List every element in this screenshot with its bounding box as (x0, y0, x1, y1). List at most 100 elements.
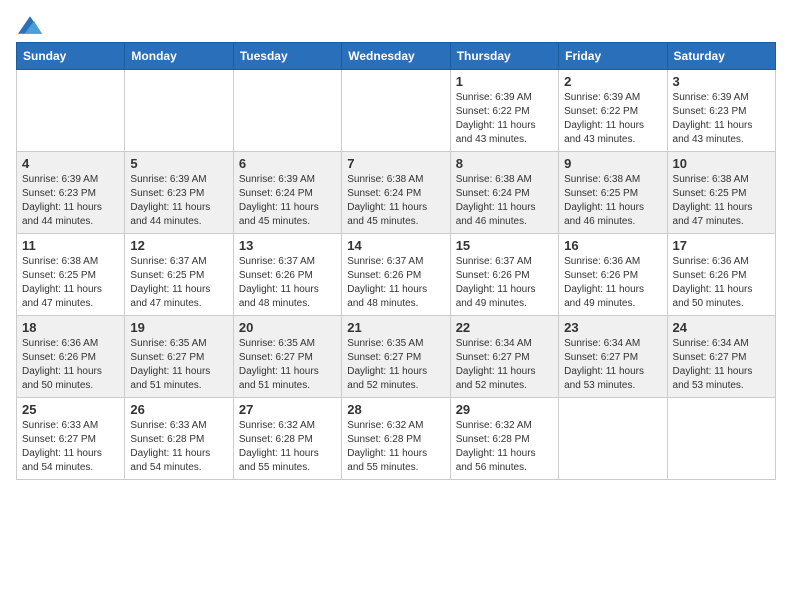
day-number: 26 (130, 402, 227, 417)
day-info: Sunrise: 6:37 AMSunset: 6:26 PMDaylight:… (239, 255, 336, 311)
day-info: Sunrise: 6:39 AMSunset: 6:24 PMDaylight:… (239, 173, 336, 229)
calendar-cell: 8 Sunrise: 6:38 AMSunset: 6:24 PMDaylight… (450, 152, 558, 234)
day-info: Sunrise: 6:33 AMSunset: 6:27 PMDaylight:… (22, 419, 119, 475)
day-info: Sunrise: 6:38 AMSunset: 6:25 PMDaylight:… (673, 173, 770, 229)
day-info: Sunrise: 6:36 AMSunset: 6:26 PMDaylight:… (564, 255, 661, 311)
calendar-cell: 5 Sunrise: 6:39 AMSunset: 6:23 PMDaylight… (125, 152, 233, 234)
day-number: 4 (22, 156, 119, 171)
day-number: 20 (239, 320, 336, 335)
day-info: Sunrise: 6:38 AMSunset: 6:25 PMDaylight:… (564, 173, 661, 229)
calendar-cell: 14 Sunrise: 6:37 AMSunset: 6:26 PMDayligh… (342, 234, 450, 316)
day-number: 17 (673, 238, 770, 253)
calendar-table: SundayMondayTuesdayWednesdayThursdayFrid… (16, 42, 776, 480)
calendar-cell: 9Sunrise: 6:38 AMSunset: 6:25 PMDaylight… (559, 152, 667, 234)
day-info: Sunrise: 6:39 AMSunset: 6:23 PMDaylight:… (673, 91, 770, 147)
day-info: Sunrise: 6:32 AMSunset: 6:28 PMDaylight:… (347, 419, 444, 475)
header-monday: Monday (125, 43, 233, 70)
calendar-cell: 25 Sunrise: 6:33 AMSunset: 6:27 PMDayligh… (17, 398, 125, 480)
day-number: 12 (130, 238, 227, 253)
day-info: Sunrise: 6:36 AMSunset: 6:26 PMDaylight:… (22, 337, 119, 393)
day-info: Sunrise: 6:39 AMSunset: 6:23 PMDaylight:… (22, 173, 119, 229)
calendar-cell: 17 Sunrise: 6:36 AMSunset: 6:26 PMDayligh… (667, 234, 775, 316)
calendar-cell (17, 70, 125, 152)
day-info: Sunrise: 6:36 AMSunset: 6:26 PMDaylight:… (673, 255, 770, 311)
calendar-cell: 11 Sunrise: 6:38 AMSunset: 6:25 PMDayligh… (17, 234, 125, 316)
day-number: 10 (673, 156, 770, 171)
day-number: 29 (456, 402, 553, 417)
day-info: Sunrise: 6:39 AMSunset: 6:22 PMDaylight:… (564, 91, 661, 147)
day-number: 18 (22, 320, 119, 335)
week-row-4: 25 Sunrise: 6:33 AMSunset: 6:27 PMDayligh… (17, 398, 776, 480)
calendar-cell: 27 Sunrise: 6:32 AMSunset: 6:28 PMDayligh… (233, 398, 341, 480)
day-number: 28 (347, 402, 444, 417)
logo (16, 16, 42, 30)
day-info: Sunrise: 6:37 AMSunset: 6:25 PMDaylight:… (130, 255, 227, 311)
day-info: Sunrise: 6:37 AMSunset: 6:26 PMDaylight:… (347, 255, 444, 311)
week-row-2: 11 Sunrise: 6:38 AMSunset: 6:25 PMDayligh… (17, 234, 776, 316)
day-info: Sunrise: 6:39 AMSunset: 6:22 PMDaylight:… (456, 91, 553, 147)
calendar-cell: 3 Sunrise: 6:39 AMSunset: 6:23 PMDaylight… (667, 70, 775, 152)
day-info: Sunrise: 6:35 AMSunset: 6:27 PMDaylight:… (239, 337, 336, 393)
calendar-cell (559, 398, 667, 480)
day-number: 11 (22, 238, 119, 253)
day-number: 7 (347, 156, 444, 171)
day-info: Sunrise: 6:32 AMSunset: 6:28 PMDaylight:… (239, 419, 336, 475)
calendar-cell: 15 Sunrise: 6:37 AMSunset: 6:26 PMDayligh… (450, 234, 558, 316)
day-info: Sunrise: 6:34 AMSunset: 6:27 PMDaylight:… (456, 337, 553, 393)
day-number: 2 (564, 74, 661, 89)
day-info: Sunrise: 6:32 AMSunset: 6:28 PMDaylight:… (456, 419, 553, 475)
header-thursday: Thursday (450, 43, 558, 70)
day-number: 5 (130, 156, 227, 171)
calendar-cell (233, 70, 341, 152)
day-info: Sunrise: 6:34 AMSunset: 6:27 PMDaylight:… (564, 337, 661, 393)
day-info: Sunrise: 6:38 AMSunset: 6:24 PMDaylight:… (456, 173, 553, 229)
day-number: 21 (347, 320, 444, 335)
header (16, 16, 776, 30)
calendar-cell: 16 Sunrise: 6:36 AMSunset: 6:26 PMDayligh… (559, 234, 667, 316)
calendar-cell: 22 Sunrise: 6:34 AMSunset: 6:27 PMDayligh… (450, 316, 558, 398)
day-info: Sunrise: 6:39 AMSunset: 6:23 PMDaylight:… (130, 173, 227, 229)
week-row-3: 18 Sunrise: 6:36 AMSunset: 6:26 PMDayligh… (17, 316, 776, 398)
day-number: 27 (239, 402, 336, 417)
day-info: Sunrise: 6:38 AMSunset: 6:25 PMDaylight:… (22, 255, 119, 311)
day-info: Sunrise: 6:35 AMSunset: 6:27 PMDaylight:… (130, 337, 227, 393)
calendar-cell: 12 Sunrise: 6:37 AMSunset: 6:25 PMDayligh… (125, 234, 233, 316)
calendar-cell: 7 Sunrise: 6:38 AMSunset: 6:24 PMDaylight… (342, 152, 450, 234)
calendar-cell: 10 Sunrise: 6:38 AMSunset: 6:25 PMDayligh… (667, 152, 775, 234)
day-number: 6 (239, 156, 336, 171)
day-number: 3 (673, 74, 770, 89)
calendar-cell: 29 Sunrise: 6:32 AMSunset: 6:28 PMDayligh… (450, 398, 558, 480)
day-number: 19 (130, 320, 227, 335)
calendar-header-row: SundayMondayTuesdayWednesdayThursdayFrid… (17, 43, 776, 70)
header-friday: Friday (559, 43, 667, 70)
header-tuesday: Tuesday (233, 43, 341, 70)
calendar-cell (667, 398, 775, 480)
week-row-1: 4 Sunrise: 6:39 AMSunset: 6:23 PMDaylight… (17, 152, 776, 234)
day-info: Sunrise: 6:37 AMSunset: 6:26 PMDaylight:… (456, 255, 553, 311)
day-info: Sunrise: 6:38 AMSunset: 6:24 PMDaylight:… (347, 173, 444, 229)
week-row-0: 1 Sunrise: 6:39 AMSunset: 6:22 PMDaylight… (17, 70, 776, 152)
day-number: 8 (456, 156, 553, 171)
calendar-cell: 21Sunrise: 6:35 AMSunset: 6:27 PMDayligh… (342, 316, 450, 398)
header-sunday: Sunday (17, 43, 125, 70)
calendar-cell: 4 Sunrise: 6:39 AMSunset: 6:23 PMDaylight… (17, 152, 125, 234)
day-number: 14 (347, 238, 444, 253)
day-number: 24 (673, 320, 770, 335)
header-wednesday: Wednesday (342, 43, 450, 70)
day-number: 22 (456, 320, 553, 335)
day-number: 23 (564, 320, 661, 335)
calendar-cell (342, 70, 450, 152)
calendar-cell: 20 Sunrise: 6:35 AMSunset: 6:27 PMDayligh… (233, 316, 341, 398)
calendar-cell: 23 Sunrise: 6:34 AMSunset: 6:27 PMDayligh… (559, 316, 667, 398)
header-saturday: Saturday (667, 43, 775, 70)
day-number: 25 (22, 402, 119, 417)
day-number: 1 (456, 74, 553, 89)
calendar-cell: 26Sunrise: 6:33 AMSunset: 6:28 PMDayligh… (125, 398, 233, 480)
calendar-cell (125, 70, 233, 152)
day-number: 16 (564, 238, 661, 253)
calendar-cell: 6 Sunrise: 6:39 AMSunset: 6:24 PMDaylight… (233, 152, 341, 234)
calendar-cell: 1 Sunrise: 6:39 AMSunset: 6:22 PMDaylight… (450, 70, 558, 152)
logo-icon (18, 16, 42, 34)
day-number: 15 (456, 238, 553, 253)
calendar-cell: 13Sunrise: 6:37 AMSunset: 6:26 PMDayligh… (233, 234, 341, 316)
